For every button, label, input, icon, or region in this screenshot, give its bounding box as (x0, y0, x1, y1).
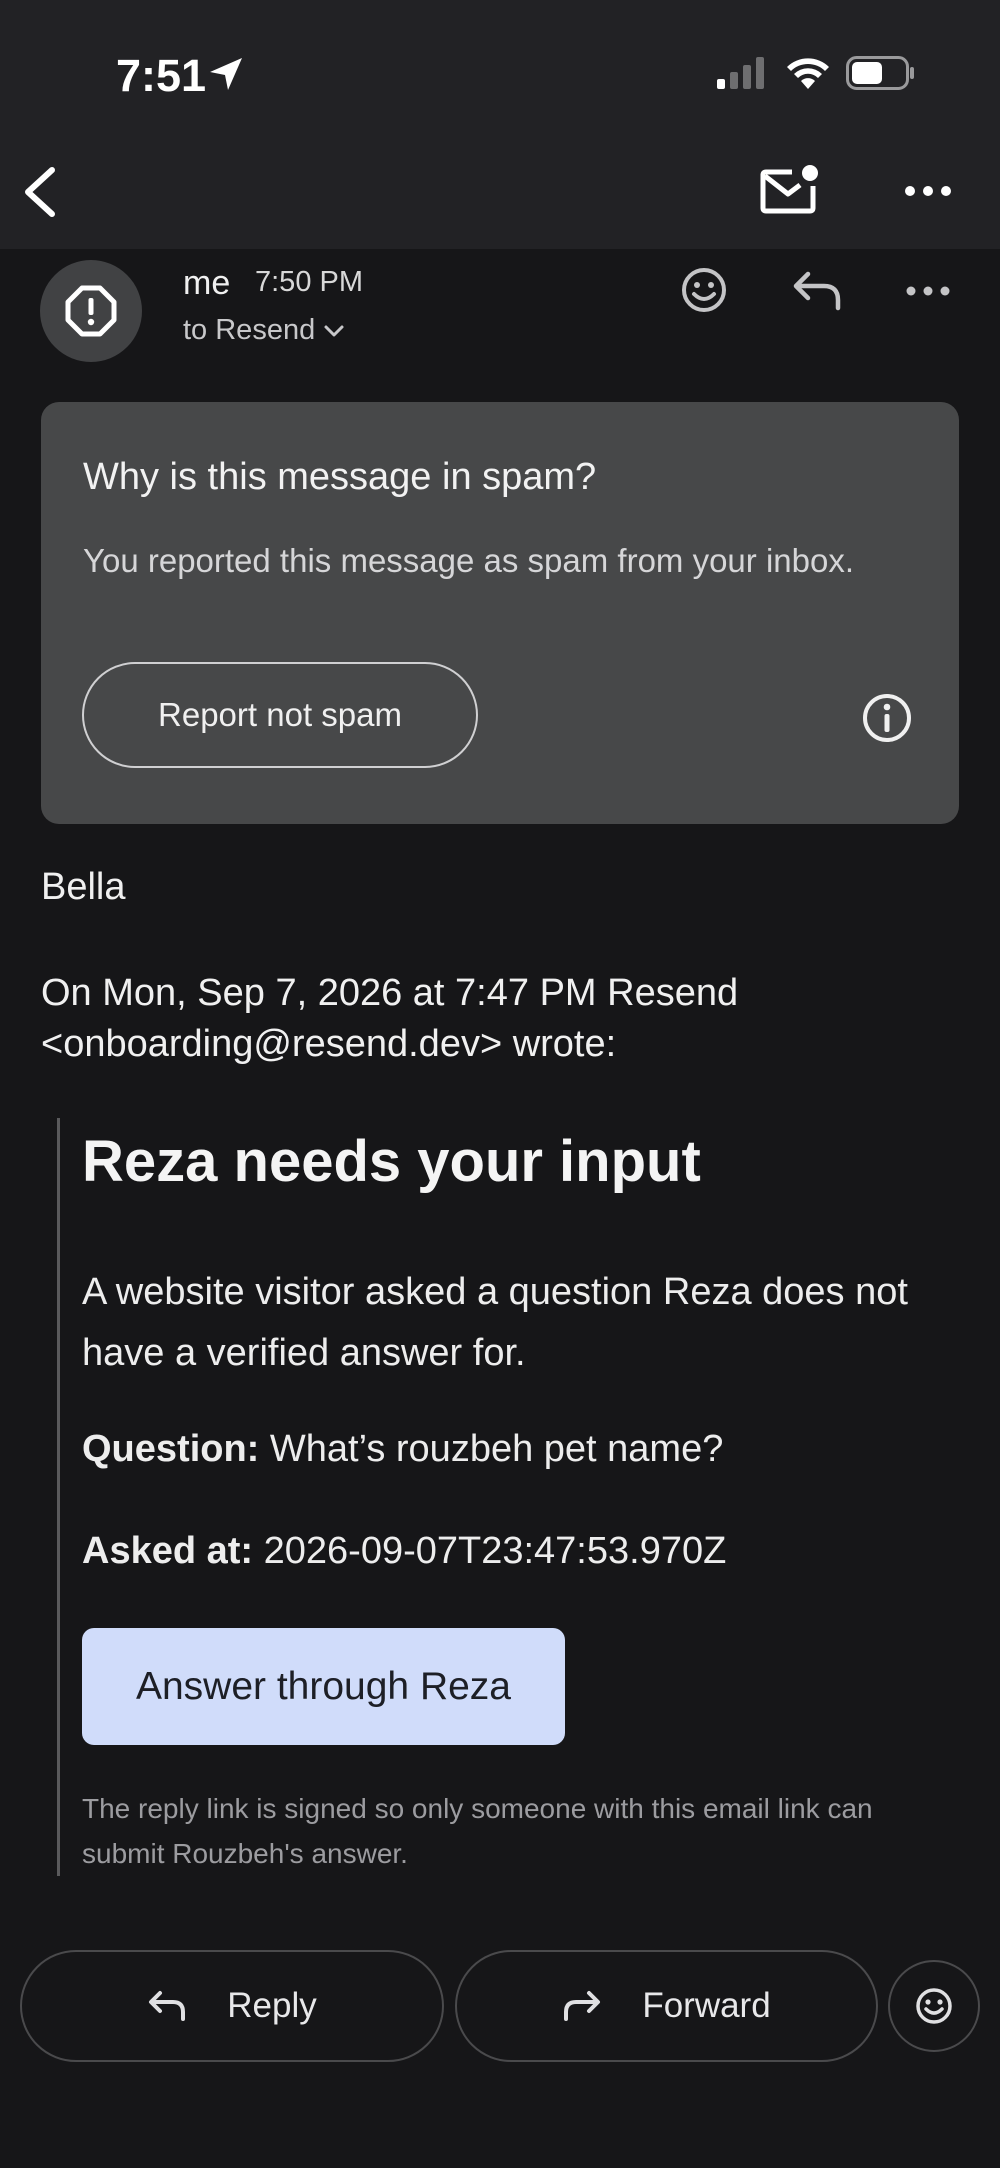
emoji-icon (916, 1988, 952, 2024)
recipients-label: to Resend (183, 314, 316, 346)
battery-icon (846, 56, 914, 90)
reply-button[interactable]: Reply (20, 1950, 444, 2062)
spam-notice-title: Why is this message in spam? (83, 456, 597, 498)
status-time: 7:51 (116, 50, 207, 101)
reply-label: Reply (227, 1986, 317, 2025)
quoted-heading: Reza needs your input (82, 1129, 701, 1194)
react-emoji-button[interactable] (888, 1960, 980, 2052)
question-label: Question: (82, 1428, 260, 1470)
quote-attribution-line1: On Mon, Sep 7, 2026 at 7:47 PM Resend (41, 972, 739, 1014)
warning-octagon-icon (65, 285, 117, 337)
chevron-down-icon (324, 325, 344, 336)
asked-at-label: Asked at: (82, 1530, 254, 1572)
add-reaction-icon[interactable] (680, 266, 728, 314)
recipients-toggle[interactable]: to Resend (183, 314, 345, 347)
forward-button[interactable]: Forward (455, 1950, 878, 2062)
top-bar: 7:51 (0, 0, 1000, 249)
quote-attribution: On Mon, Sep 7, 2026 at 7:47 PM Resend <o… (41, 968, 941, 1070)
message-time: 7:50 PM (255, 266, 363, 298)
reply-arrow-icon[interactable] (792, 270, 842, 312)
back-arrow-icon[interactable] (16, 162, 66, 222)
reply-icon (149, 1991, 186, 2021)
spam-notice-card: Why is this message in spam? You reporte… (41, 402, 959, 824)
forward-icon (564, 1991, 601, 2021)
quoted-asked-at: Asked at: 2026-09-07T23:47:53.970Z (82, 1530, 726, 1573)
message-greeting: Bella (41, 866, 126, 908)
question-value: What’s rouzbeh pet name? (269, 1428, 724, 1470)
report-not-spam-button[interactable]: Report not spam (82, 662, 478, 768)
more-options-icon[interactable] (905, 176, 951, 206)
spam-warning-avatar (40, 260, 142, 362)
spam-notice-body: You reported this message as spam from y… (83, 542, 855, 579)
quoted-intro: A website visitor asked a question Reza … (82, 1271, 908, 1374)
wifi-icon (787, 58, 829, 89)
quoted-footnote: The reply link is signed so only someone… (82, 1793, 873, 1869)
asked-at-value: 2026-09-07T23:47:53.970Z (263, 1530, 727, 1572)
forward-label: Forward (642, 1986, 771, 2025)
message-more-icon[interactable] (906, 282, 950, 300)
quote-attribution-line2: <onboarding@resend.dev> wrote: (41, 1023, 617, 1065)
quote-divider (57, 1118, 60, 1876)
cellular-signal-icon (717, 57, 764, 89)
location-arrow-icon (210, 58, 242, 90)
info-icon[interactable] (861, 692, 913, 744)
quoted-question: Question: What’s rouzbeh pet name? (82, 1428, 723, 1471)
answer-through-reza-button[interactable]: Answer through Reza (82, 1628, 565, 1745)
sender-name: me (183, 264, 231, 302)
mark-unread-icon[interactable] (760, 164, 820, 214)
